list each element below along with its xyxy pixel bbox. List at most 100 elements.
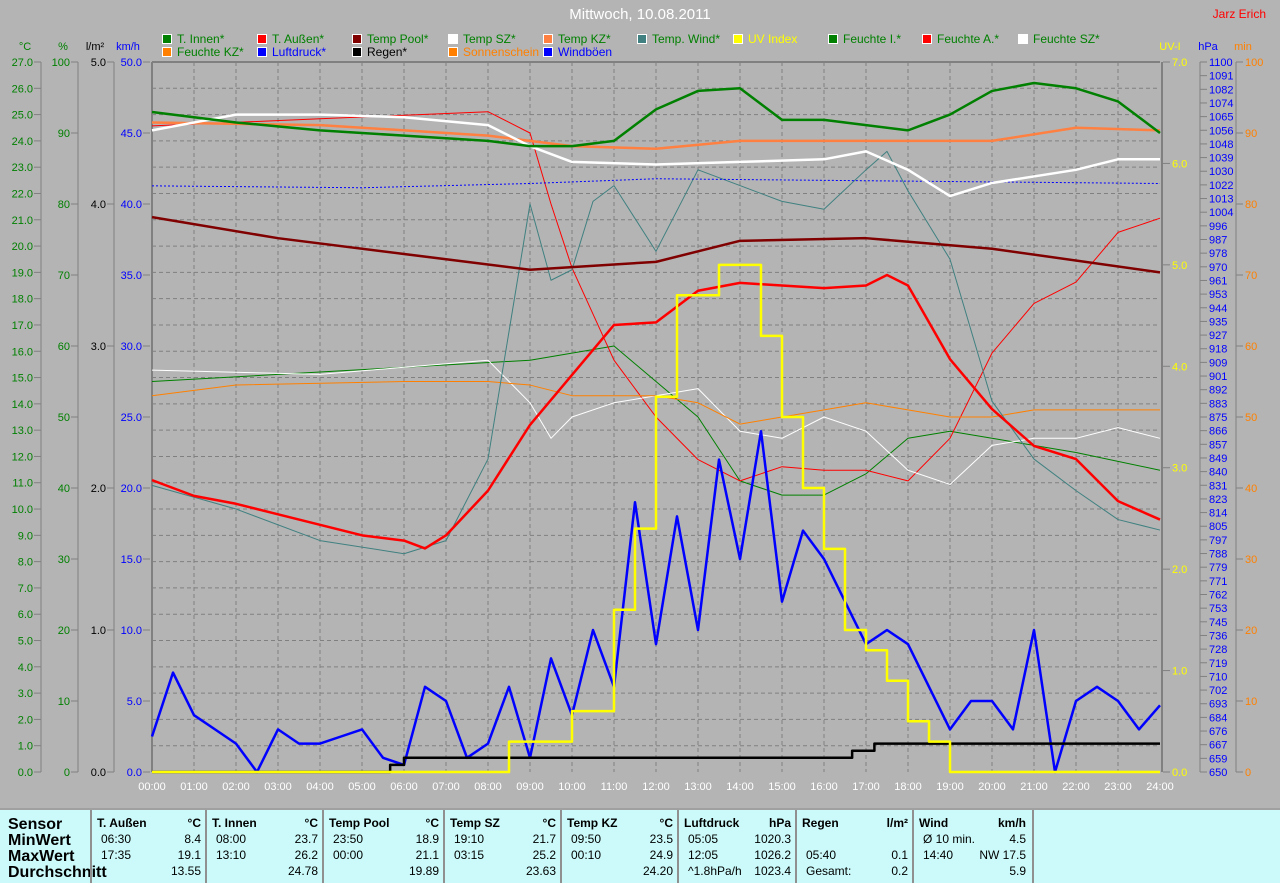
table-column: T. Innen °C 08:00 23.7 13:10 26.2 24.78 xyxy=(205,810,324,883)
axis-tick-label-rain: 2.0 xyxy=(91,483,106,495)
axis-tick-label-uv: 0.0 xyxy=(1172,767,1187,779)
x-tick-label: 24:00 xyxy=(1146,781,1174,793)
axis-tick-label-hpa: 866 xyxy=(1209,426,1227,438)
axis-tick-label-hpa: 987 xyxy=(1209,235,1227,247)
axis-tick-label-hpa: 659 xyxy=(1209,753,1227,765)
axis-tick-label-hpa: 1004 xyxy=(1209,207,1233,219)
cell-value: 1026.2 xyxy=(754,848,791,862)
axis-tick-label-hpa: 676 xyxy=(1209,726,1227,738)
axis-tick-label-c: 9.0 xyxy=(18,530,33,542)
axis-tick-label-hpa: 753 xyxy=(1209,603,1227,615)
axis-tick-label-hpa: 728 xyxy=(1209,644,1227,656)
legend-swatch xyxy=(543,47,553,57)
cell-value: 24.78 xyxy=(287,864,318,878)
legend-swatch xyxy=(448,47,458,57)
chart-title: Mittwoch, 10.08.2011 xyxy=(569,6,711,23)
x-tick-label: 06:00 xyxy=(390,781,418,793)
axis-tick-label-rain: 3.0 xyxy=(91,341,106,353)
axis-tick-label-c: 22.0 xyxy=(12,188,33,200)
axis-tick-label-kmh: 10.0 xyxy=(121,625,142,637)
axis-tick-label-c: 5.0 xyxy=(18,636,33,648)
axis-title-min: min xyxy=(1234,41,1252,53)
axis-tick-label-hpa: 693 xyxy=(1209,699,1227,711)
column-header: T. Außen xyxy=(97,816,147,830)
legend-label: Luftdruck* xyxy=(272,45,327,59)
axis-tick-label-pct: 30 xyxy=(58,554,70,566)
legend-item: UV Index xyxy=(733,32,797,46)
x-tick-label: 04:00 xyxy=(306,781,334,793)
legend-item: Regen* xyxy=(352,45,407,59)
table-column: Regen l/m² 05:40 0.1 Gesamt: 0.2 xyxy=(795,810,914,883)
axis-tick-label-hpa: 961 xyxy=(1209,275,1227,287)
axis-tick-label-hpa: 684 xyxy=(1209,712,1227,724)
legend-item: Feuchte KZ* xyxy=(162,45,244,59)
x-tick-label: 20:00 xyxy=(978,781,1006,793)
axis-tick-label-pct: 80 xyxy=(58,199,70,211)
legend-label: T. Innen* xyxy=(177,32,225,46)
axis-tick-label-c: 4.0 xyxy=(18,662,33,674)
cell-time: 06:30 xyxy=(101,832,132,846)
axis-tick-label-kmh: 50.0 xyxy=(121,57,142,69)
axis-tick-label-hpa: 883 xyxy=(1209,398,1227,410)
weather-chart: 00:00 01:00 02:00 03:00 04:00 05:00 06:00 07:00… xyxy=(12,41,1264,793)
legend-label: UV Index xyxy=(748,32,798,46)
axis-tick-label-hpa: 650 xyxy=(1209,767,1227,779)
axis-tick-label-pct: 60 xyxy=(58,341,70,353)
axis-tick-label-hpa: 978 xyxy=(1209,248,1227,260)
cell-value: 23.7 xyxy=(294,832,318,846)
axis-tick-label-pct: 100 xyxy=(52,57,70,69)
axis-tick-label-hpa: 892 xyxy=(1209,385,1227,397)
axis-title-uv: UV-I xyxy=(1159,41,1180,53)
column-header: T. Innen xyxy=(212,816,257,830)
axis-tick-label-hpa: 996 xyxy=(1209,221,1227,233)
axis-tick-label-min: 40 xyxy=(1245,483,1257,495)
cell-time: 00:10 xyxy=(571,848,602,862)
axis-tick-label-hpa: 710 xyxy=(1209,671,1227,683)
axis-tick-label-kmh: 5.0 xyxy=(127,696,142,708)
axis-tick-label-c: 12.0 xyxy=(12,451,33,463)
cell-value: 24.20 xyxy=(642,864,673,878)
cell-time: 00:00 xyxy=(333,848,364,862)
axis-tick-label-min: 70 xyxy=(1245,270,1257,282)
axis-tick-label-c: 0.0 xyxy=(18,767,33,779)
cell-value: 1023.4 xyxy=(754,864,791,878)
x-tick-label: 15:00 xyxy=(768,781,796,793)
column-header: Temp SZ xyxy=(450,816,500,830)
axis-title-hpa: hPa xyxy=(1198,41,1218,53)
x-tick-label: 00:00 xyxy=(138,781,166,793)
cell-time: 23:50 xyxy=(333,832,364,846)
axis-tick-label-hpa: 805 xyxy=(1209,521,1227,533)
x-tick-label: 08:00 xyxy=(474,781,502,793)
axis-tick-label-min: 90 xyxy=(1245,128,1257,140)
cell-value: 13.55 xyxy=(170,864,201,878)
axis-tick-label-uv: 1.0 xyxy=(1172,666,1187,678)
axis-tick-label-hpa: 831 xyxy=(1209,480,1227,492)
statistics-table: Sensor MinWert MaxWert Durchschnitt T. Außen… xyxy=(0,808,1280,883)
legend-swatch xyxy=(637,34,647,44)
axis-tick-label-min: 50 xyxy=(1245,412,1257,424)
axis-tick-label-min: 10 xyxy=(1245,696,1257,708)
legend-label: Temp KZ* xyxy=(558,32,611,46)
x-tick-label: 07:00 xyxy=(432,781,460,793)
axis-tick-label-c: 8.0 xyxy=(18,557,33,569)
cell-value: 0.1 xyxy=(891,848,908,862)
cell-time: 05:40 xyxy=(806,848,837,862)
x-tick-label: 18:00 xyxy=(894,781,922,793)
legend-swatch xyxy=(1018,34,1028,44)
axis-tick-label-c: 3.0 xyxy=(18,688,33,700)
cell-value: 24.9 xyxy=(649,848,673,862)
axis-tick-label-hpa: 918 xyxy=(1209,344,1227,356)
axis-tick-label-hpa: 1013 xyxy=(1209,194,1233,206)
x-tick-label: 10:00 xyxy=(558,781,586,793)
cell-time: 03:15 xyxy=(454,848,485,862)
legend-item: Feuchte A.* xyxy=(922,32,999,46)
legend-item: Temp KZ* xyxy=(543,32,611,46)
axis-tick-label-c: 6.0 xyxy=(18,609,33,621)
axis-tick-label-hpa: 849 xyxy=(1209,453,1227,465)
axis-tick-label-pct: 10 xyxy=(58,696,70,708)
axis-tick-label-kmh: 45.0 xyxy=(121,128,142,140)
axis-tick-label-uv: 3.0 xyxy=(1172,463,1187,475)
legend-label: Temp. Wind* xyxy=(652,32,721,46)
legend-swatch xyxy=(352,34,362,44)
axis-tick-label-rain: 0.0 xyxy=(91,767,106,779)
